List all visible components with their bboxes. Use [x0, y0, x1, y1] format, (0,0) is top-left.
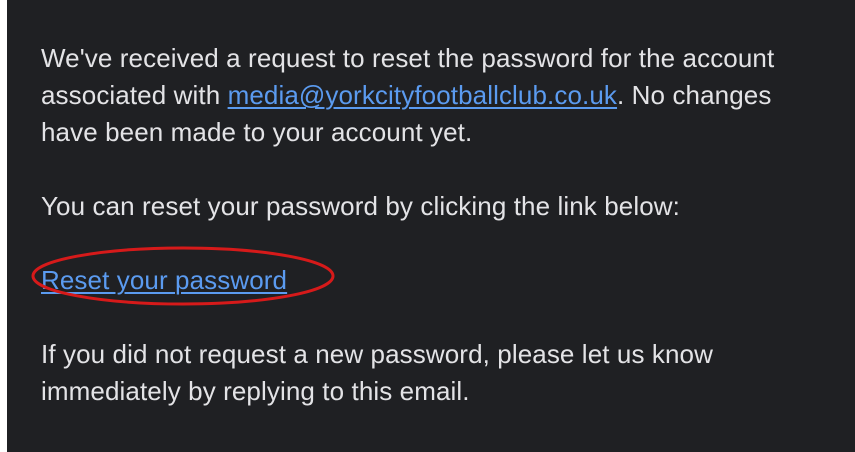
reset-link-paragraph: Reset your password: [31, 246, 831, 306]
email-body: We've received a request to reset the pa…: [7, 0, 855, 452]
email-content: We've received a request to reset the pa…: [31, 40, 831, 410]
email-address-link[interactable]: media@yorkcityfootballclub.co.uk: [228, 80, 617, 110]
reset-link-wrapper: Reset your password: [31, 246, 335, 306]
intro-paragraph: We've received a request to reset the pa…: [41, 40, 831, 151]
footer-paragraph: If you did not request a new password, p…: [41, 339, 713, 406]
instruction-paragraph: You can reset your password by clicking …: [41, 191, 680, 221]
reset-password-link[interactable]: Reset your password: [41, 265, 287, 295]
